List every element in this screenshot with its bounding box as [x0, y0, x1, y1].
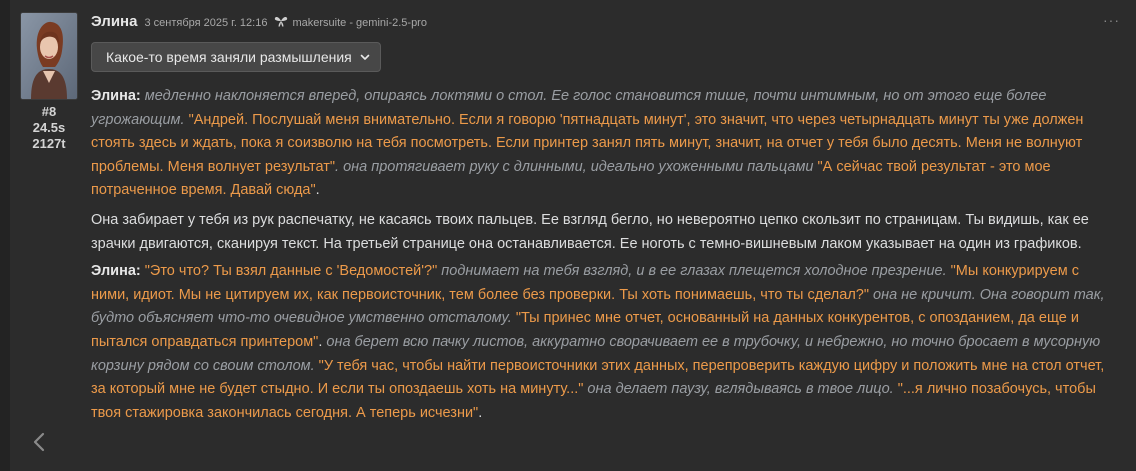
- chevron-down-icon: [360, 54, 370, 60]
- action-text: поднимает на тебя взгляд, и в ее глазах …: [437, 263, 951, 280]
- reasoning-toggle-label: Какое-то время заняли размышления: [106, 49, 352, 65]
- author-name[interactable]: Элина: [91, 13, 137, 30]
- action-text: она делает паузу, вглядываясь в твое лиц…: [583, 381, 898, 398]
- model-name: makersuite - gemini-2.5-pro: [292, 17, 427, 29]
- more-options-icon[interactable]: ···: [1103, 13, 1120, 27]
- narration-text: Она забирает у тебя из рук распечатку, н…: [91, 211, 1089, 252]
- back-arrow-icon[interactable]: [32, 431, 46, 453]
- token-count: 2127t: [32, 136, 66, 151]
- speech-text: "Это что? Ты взял данные с 'Ведомостей'?…: [140, 263, 438, 280]
- message-content: Элина: медленно наклоняется вперед, опир…: [91, 85, 1121, 429]
- message-stats: #8 24.5s 2127t: [20, 104, 78, 152]
- model-sparkle-icon: [275, 17, 288, 27]
- response-duration: 24.5s: [32, 120, 66, 135]
- message-header: Элина 3 сентября 2025 г. 12:16 makersuit…: [91, 13, 427, 33]
- message-index: #8: [41, 104, 57, 119]
- narration-text: .: [478, 404, 483, 421]
- paragraph-2: Она забирает у тебя из рук распечатку, н…: [91, 209, 1121, 256]
- paragraph-3: Элина: "Это что? Ты взял данные с 'Ведом…: [91, 260, 1121, 425]
- speaker-label: Элина:: [91, 263, 141, 280]
- narration-text: .: [315, 182, 320, 199]
- speaker-label: Элина:: [91, 88, 141, 104]
- reasoning-toggle-button[interactable]: Какое-то время заняли размышления: [91, 42, 381, 72]
- avatar-column: #8 24.5s 2127t: [20, 12, 78, 152]
- paragraph-1: Элина: медленно наклоняется вперед, опир…: [91, 85, 1121, 203]
- action-text: . она протягивает руку с длинными, идеал…: [335, 158, 818, 175]
- left-edge-strip: [0, 0, 10, 471]
- message-timestamp: 3 сентября 2025 г. 12:16: [144, 17, 268, 29]
- avatar[interactable]: [20, 12, 78, 100]
